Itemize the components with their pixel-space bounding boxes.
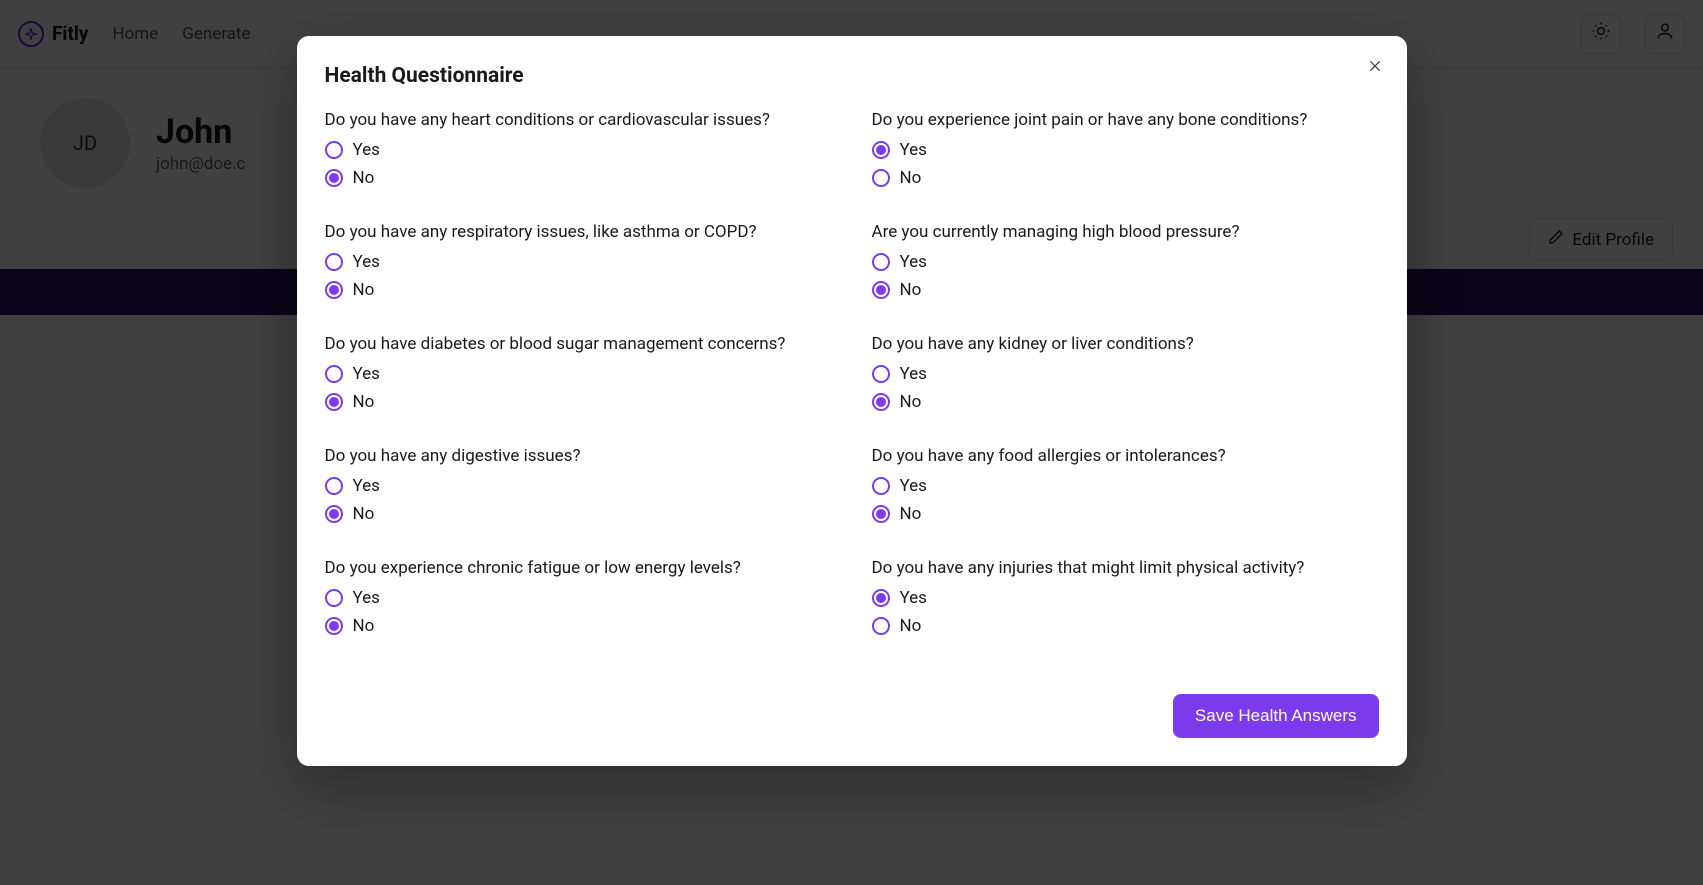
close-button[interactable]	[1361, 54, 1389, 82]
radio-label: No	[900, 616, 922, 636]
radio-option-no[interactable]: No	[325, 504, 832, 524]
radio-option-yes[interactable]: Yes	[872, 588, 1379, 608]
radio-option-no[interactable]: No	[325, 616, 832, 636]
question-block: Do you have any food allergies or intole…	[872, 446, 1379, 532]
radio-icon	[872, 141, 890, 159]
radio-label: Yes	[353, 588, 380, 608]
question-block: Do you experience joint pain or have any…	[872, 110, 1379, 196]
radio-label: No	[900, 168, 922, 188]
radio-icon	[325, 141, 343, 159]
radio-icon	[325, 169, 343, 187]
question-text: Do you have any respiratory issues, like…	[325, 222, 832, 242]
radio-option-yes[interactable]: Yes	[325, 588, 832, 608]
radio-option-no[interactable]: No	[325, 280, 832, 300]
question-text: Do you have any heart conditions or card…	[325, 110, 832, 130]
radio-icon	[872, 393, 890, 411]
question-block: Do you have any heart conditions or card…	[325, 110, 832, 196]
radio-icon	[872, 477, 890, 495]
radio-icon	[872, 589, 890, 607]
radio-label: No	[353, 504, 375, 524]
radio-label: Yes	[900, 252, 927, 272]
radio-option-no[interactable]: No	[872, 280, 1379, 300]
radio-option-no[interactable]: No	[325, 168, 832, 188]
save-health-answers-button[interactable]: Save Health Answers	[1173, 694, 1379, 738]
question-text: Do you experience joint pain or have any…	[872, 110, 1379, 130]
radio-label: No	[353, 392, 375, 412]
question-block: Do you have any digestive issues? Yes No	[325, 446, 832, 532]
radio-option-yes[interactable]: Yes	[872, 252, 1379, 272]
radio-icon	[872, 617, 890, 635]
radio-icon	[872, 169, 890, 187]
radio-label: No	[353, 616, 375, 636]
question-text: Do you have any kidney or liver conditio…	[872, 334, 1379, 354]
radio-option-yes[interactable]: Yes	[325, 252, 832, 272]
modal-title: Health Questionnaire	[325, 64, 1379, 88]
radio-option-yes[interactable]: Yes	[872, 364, 1379, 384]
radio-label: Yes	[353, 476, 380, 496]
radio-option-yes[interactable]: Yes	[325, 140, 832, 160]
question-text: Do you have any injuries that might limi…	[872, 558, 1379, 578]
radio-icon	[325, 617, 343, 635]
radio-label: No	[900, 504, 922, 524]
radio-option-no[interactable]: No	[872, 616, 1379, 636]
radio-label: No	[900, 392, 922, 412]
close-icon	[1367, 58, 1383, 79]
question-text: Do you have any digestive issues?	[325, 446, 832, 466]
radio-icon	[325, 393, 343, 411]
questions-grid: Do you have any heart conditions or card…	[325, 110, 1379, 644]
radio-option-yes[interactable]: Yes	[872, 476, 1379, 496]
radio-label: Yes	[900, 476, 927, 496]
health-questionnaire-modal: Health Questionnaire Do you have any hea…	[297, 36, 1407, 766]
radio-icon	[872, 253, 890, 271]
question-text: Are you currently managing high blood pr…	[872, 222, 1379, 242]
radio-icon	[325, 589, 343, 607]
radio-icon	[325, 281, 343, 299]
radio-icon	[872, 365, 890, 383]
question-block: Do you have any injuries that might limi…	[872, 558, 1379, 644]
radio-icon	[325, 365, 343, 383]
radio-label: Yes	[353, 364, 380, 384]
radio-option-no[interactable]: No	[872, 504, 1379, 524]
radio-label: No	[900, 280, 922, 300]
radio-label: No	[353, 168, 375, 188]
radio-option-yes[interactable]: Yes	[872, 140, 1379, 160]
radio-icon	[325, 505, 343, 523]
radio-label: No	[353, 280, 375, 300]
radio-option-no[interactable]: No	[325, 392, 832, 412]
question-text: Do you have diabetes or blood sugar mana…	[325, 334, 832, 354]
radio-label: Yes	[900, 364, 927, 384]
radio-label: Yes	[900, 140, 927, 160]
radio-icon	[325, 477, 343, 495]
radio-icon	[872, 281, 890, 299]
radio-icon	[872, 505, 890, 523]
question-text: Do you have any food allergies or intole…	[872, 446, 1379, 466]
question-block: Do you have any kidney or liver conditio…	[872, 334, 1379, 420]
radio-option-yes[interactable]: Yes	[325, 364, 832, 384]
radio-label: Yes	[353, 140, 380, 160]
radio-option-no[interactable]: No	[872, 168, 1379, 188]
radio-icon	[325, 253, 343, 271]
question-block: Do you have diabetes or blood sugar mana…	[325, 334, 832, 420]
radio-label: Yes	[353, 252, 380, 272]
modal-overlay[interactable]: Health Questionnaire Do you have any hea…	[0, 0, 1703, 885]
question-block: Do you have any respiratory issues, like…	[325, 222, 832, 308]
question-text: Do you experience chronic fatigue or low…	[325, 558, 832, 578]
radio-option-no[interactable]: No	[872, 392, 1379, 412]
radio-label: Yes	[900, 588, 927, 608]
question-block: Are you currently managing high blood pr…	[872, 222, 1379, 308]
question-block: Do you experience chronic fatigue or low…	[325, 558, 832, 644]
radio-option-yes[interactable]: Yes	[325, 476, 832, 496]
